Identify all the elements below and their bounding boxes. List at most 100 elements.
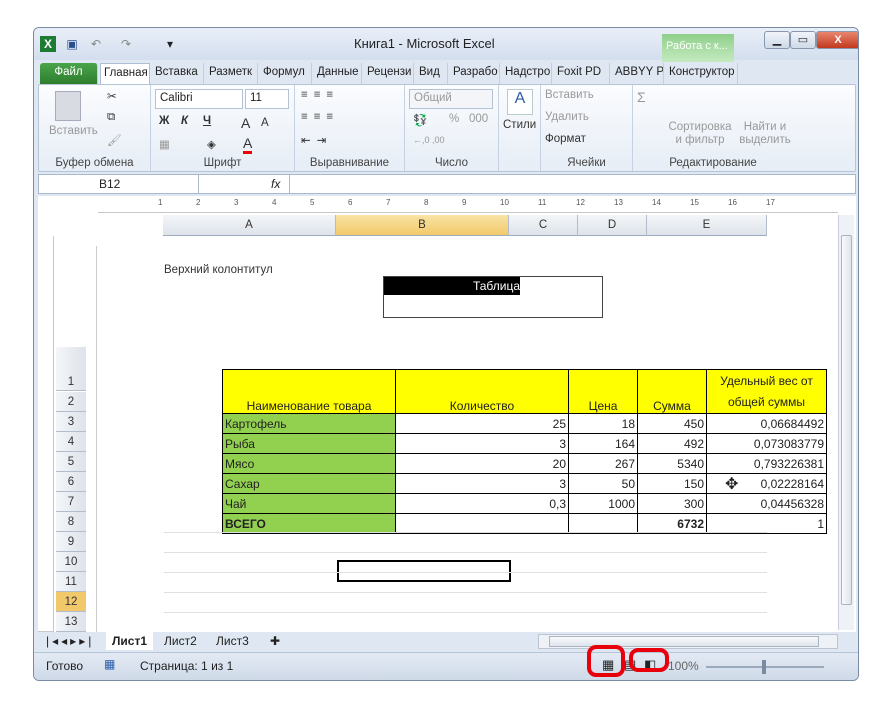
cell[interactable]: 0,793226381 [706,453,827,474]
header-cell[interactable]: Сумма [637,369,707,414]
column-header-b[interactable]: B [336,215,509,236]
cell[interactable]: 20 [395,453,569,474]
tab-file[interactable]: Файл [40,63,98,84]
zoom-level[interactable]: 100% [668,659,699,673]
column-header-d[interactable]: D [578,215,647,236]
cell[interactable]: 0,3 [395,493,569,514]
row-header-11[interactable]: 11 [56,572,86,592]
cell[interactable]: 164 [568,433,638,454]
cell[interactable]: Рыба [222,433,396,454]
indent-icons[interactable]: ⇤⇥ [301,133,332,147]
cell[interactable]: 300 [637,493,707,514]
row-header-5[interactable]: 5 [56,452,86,472]
autosum-icon[interactable]: Σ [637,89,646,105]
row-header-8[interactable]: 8 [56,512,86,532]
header-cell[interactable]: Количество [395,369,569,414]
customize-qat-icon[interactable]: ▾ [162,36,178,52]
cell[interactable]: 150 [637,473,707,494]
sheet-tab-1[interactable]: Лист1 [106,632,154,650]
borders-icon[interactable]: ▦ [159,137,170,151]
decimal-icons[interactable]: ←,0 ,00 [413,135,445,145]
selected-cell-b12[interactable] [337,560,511,582]
fill-color-icon[interactable]: ◈ [207,137,216,151]
column-header-a[interactable]: A [163,215,336,236]
tab-view[interactable]: Вид [416,63,448,84]
sheet-tab-3[interactable]: Лист3 [210,632,255,650]
bold-button[interactable]: Ж [159,115,169,127]
sheet-nav-arrows[interactable]: |◂◂▸▸| [40,632,100,650]
vertical-align-icons[interactable]: ≡≡≡ [301,89,339,101]
cell[interactable]: 50 [568,473,638,494]
cell[interactable]: 3 [395,433,569,454]
cell[interactable]: 0,04456328 [706,493,827,514]
cell[interactable]: 0,06684492 [706,413,827,434]
cell[interactable]: 18 [568,413,638,434]
currency-icon[interactable]: 💱 [413,113,427,127]
row-header-13[interactable]: 13 [56,612,86,632]
styles-button[interactable]: Стили [503,119,536,131]
italic-button[interactable]: К [181,115,188,127]
find-select-button[interactable]: Найти и выделить [737,121,793,147]
cell[interactable]: Сахар [222,473,396,494]
cell[interactable]: 492 [637,433,707,454]
tab-page-layout[interactable]: Разметк [206,63,258,84]
cell[interactable]: 1 [706,513,827,534]
row-header-12[interactable]: 12 [56,592,86,612]
tab-insert[interactable]: Вставка [152,63,204,84]
zoom-slider-thumb[interactable] [762,660,766,674]
cut-icon[interactable]: ✂ [107,89,117,103]
cell[interactable]: 267 [568,453,638,474]
cell[interactable]: 25 [395,413,569,434]
tab-design[interactable]: Конструктор [666,63,738,84]
format-painter-icon[interactable]: 🖌 [107,133,122,147]
cell[interactable]: 450 [637,413,707,434]
sort-filter-button[interactable]: Сортировка и фильтр [667,121,733,147]
percent-button[interactable]: % [449,113,459,125]
minimize-button[interactable]: ▁ [764,31,790,49]
cell[interactable]: ВСЕГО [222,513,396,534]
font-size-select[interactable]: 11 [245,89,289,109]
row-header-2[interactable]: 2 [56,392,86,412]
column-header-c[interactable]: C [509,215,578,236]
new-sheet-icon[interactable]: ✚ [264,632,286,650]
h-scroll-thumb[interactable] [549,636,819,647]
cell[interactable]: Чай [222,493,396,514]
vertical-scrollbar[interactable] [838,215,854,630]
number-format-select[interactable]: Общий [409,89,493,109]
header-cell[interactable]: Наименование товара [222,369,396,414]
thousands-button[interactable]: 000 [469,113,488,125]
row-header-9[interactable]: 9 [56,532,86,552]
shrink-font-icon[interactable]: A [261,117,269,129]
tab-review[interactable]: Рецензи [364,63,414,84]
font-color-icon[interactable]: A [243,135,253,154]
formula-input[interactable] [289,175,839,193]
underline-button[interactable]: Ч [203,115,211,127]
save-icon[interactable]: ▣ [64,36,80,52]
tab-developer[interactable]: Разрабо [450,63,500,84]
row-header-3[interactable]: 3 [56,412,86,432]
horizontal-align-icons[interactable]: ≡≡≡ [301,111,339,123]
insert-cells-button[interactable]: Вставить [545,89,594,101]
cell[interactable]: 3 [395,473,569,494]
cell[interactable]: Мясо [222,453,396,474]
undo-icon[interactable]: ↶ [88,36,104,52]
name-box[interactable]: B12 [39,175,199,193]
grow-font-icon[interactable]: A [241,115,250,131]
copy-icon[interactable]: ⧉ [107,111,115,124]
cell[interactable]: 5340 [637,453,707,474]
tab-abbyy[interactable]: ABBYY P [612,63,664,84]
tab-home[interactable]: Главная [100,63,150,84]
maximize-button[interactable]: ▭ [790,31,816,49]
styles-icon[interactable]: A [507,89,533,115]
macro-record-icon[interactable]: ▦ [104,657,115,671]
fx-button[interactable]: fx [271,177,280,191]
tab-addins[interactable]: Надстро [502,63,552,84]
cell[interactable]: 0,073083779 [706,433,827,454]
column-header-e[interactable]: E [647,215,767,236]
row-header-4[interactable]: 4 [56,432,86,452]
cell[interactable]: 1000 [568,493,638,514]
header-center-box[interactable]: Таблица [383,276,603,318]
scroll-thumb[interactable] [841,235,852,605]
header-cell[interactable]: Удельный вес от общей суммы [706,369,827,414]
cell[interactable]: 6732 [637,513,707,534]
